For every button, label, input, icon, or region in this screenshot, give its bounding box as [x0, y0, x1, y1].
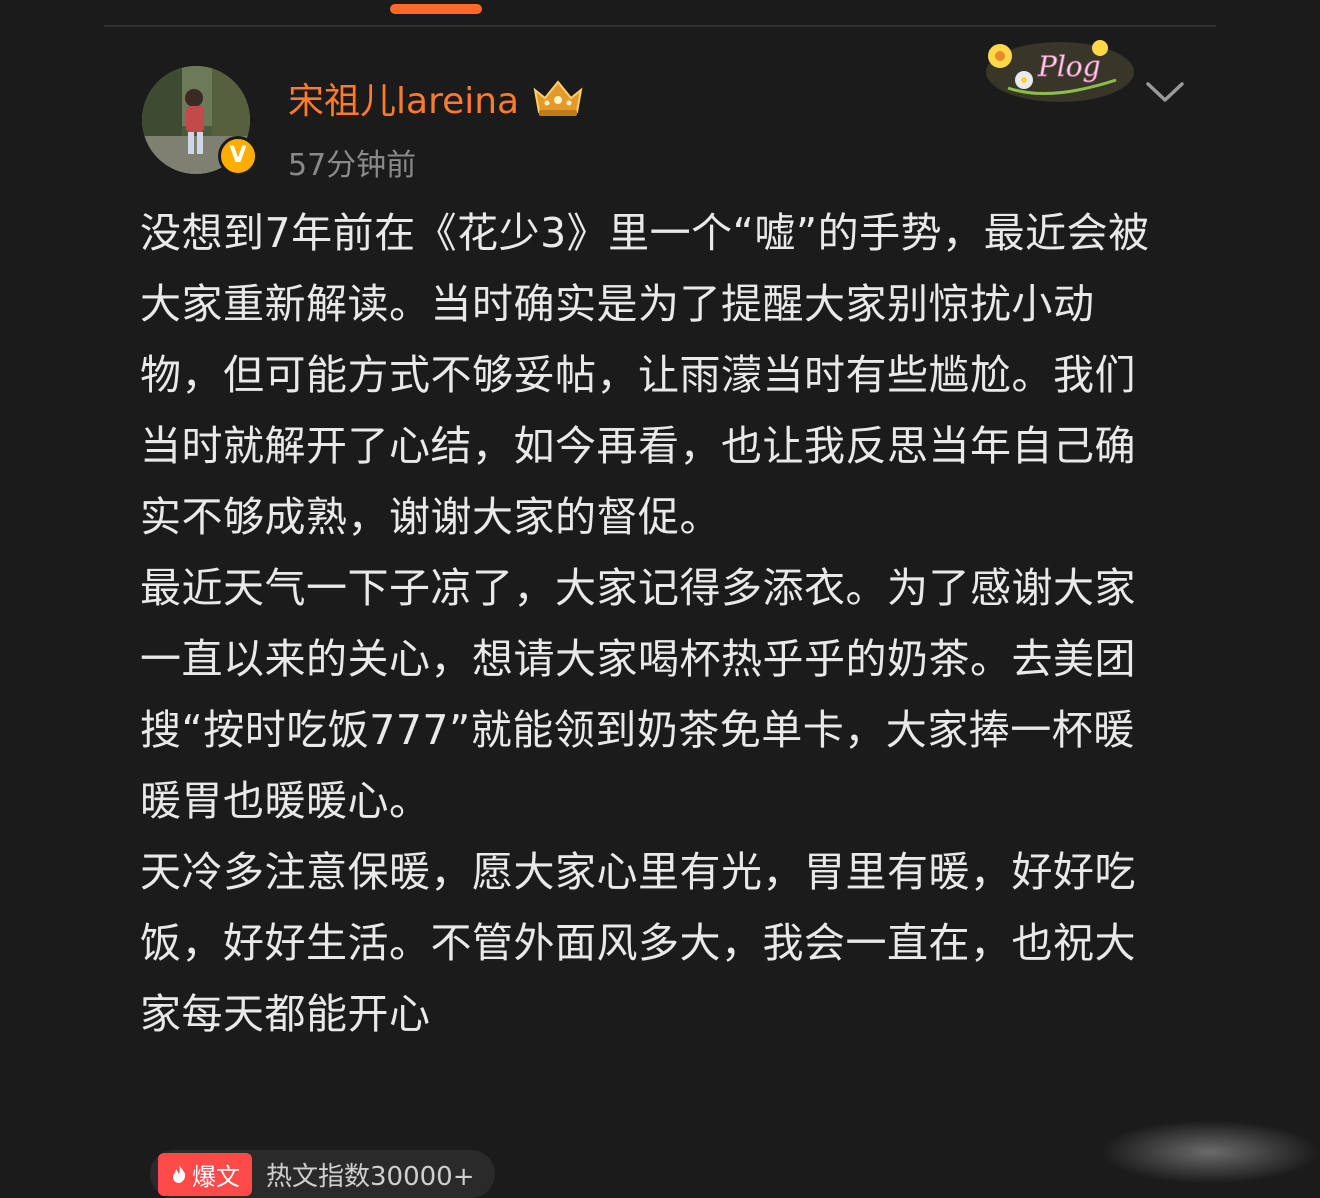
fire-icon — [173, 1165, 186, 1183]
plog-sticker-icon: Plog — [986, 40, 1134, 102]
header-divider — [104, 25, 1216, 27]
hot-index-row[interactable]: 爆文 热文指数30000+ — [150, 1150, 495, 1198]
hot-index-label: 热文指数30000+ — [266, 1161, 475, 1192]
crown-icon[interactable] — [531, 76, 585, 120]
post-paragraph-1: 没想到7年前在《花少3》里一个“嘘”的手势，最近会被大家重新解读。当时确实是为了… — [140, 209, 1150, 541]
chevron-down-icon[interactable] — [1144, 76, 1186, 106]
username[interactable]: 宋祖儿lareina — [288, 72, 519, 124]
active-tab-indicator — [390, 4, 482, 14]
post-paragraph-3: 天冷多注意保暖，愿大家心里有光，胃里有暖，好好吃饭，好好生活。不管外面风多大，我… — [140, 848, 1136, 1038]
hot-badge-label: 爆文 — [192, 1162, 240, 1191]
post-body: 没想到7年前在《花少3》里一个“嘘”的手势，最近会被大家重新解读。当时确实是为了… — [140, 198, 1170, 1050]
verified-badge-letter: V — [229, 143, 247, 168]
plog-sticker-text: Plog — [1037, 50, 1101, 83]
username-row: 宋祖儿lareina — [288, 74, 585, 122]
post-timestamp: 57分钟前 — [288, 148, 417, 183]
avatar[interactable]: V — [142, 66, 258, 176]
screen-glare — [1100, 1120, 1320, 1184]
post-paragraph-2: 最近天气一下子凉了，大家记得多添衣。为了感谢大家一直以来的关心，想请大家喝杯热乎… — [140, 564, 1136, 825]
verified-v-icon: V — [218, 136, 258, 176]
hot-badge: 爆文 — [158, 1152, 252, 1196]
